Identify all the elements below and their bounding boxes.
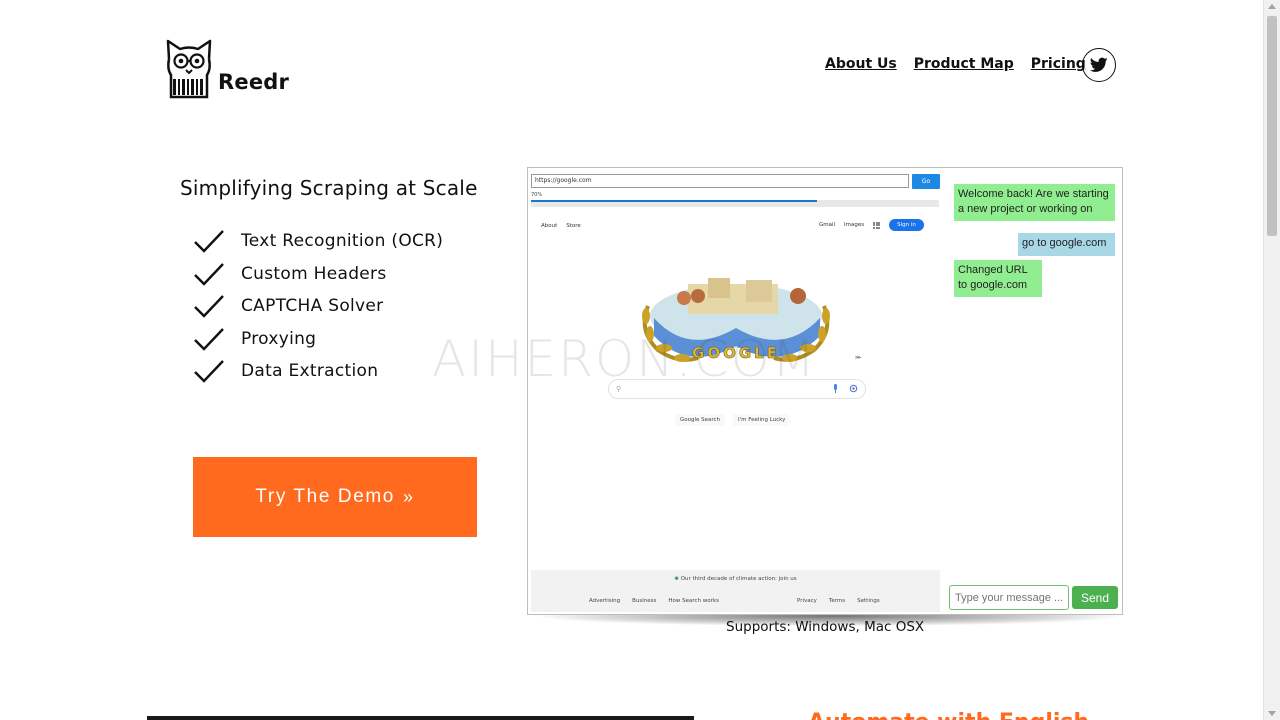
google-buttons: Google Search I'm Feeling Lucky — [675, 414, 791, 426]
feature-label: Data Extraction — [241, 361, 379, 382]
feature-label: Text Recognition (OCR) — [241, 231, 444, 252]
feature-item: Text Recognition (OCR) — [193, 225, 443, 258]
feature-label: CAPTCHA Solver — [241, 296, 384, 317]
progress-bar — [531, 200, 939, 207]
feature-label: Proxying — [241, 328, 317, 349]
feature-item: Proxying — [193, 323, 443, 356]
go-button[interactable]: Go — [912, 174, 940, 189]
search-icon: ⚲ — [616, 385, 622, 393]
nav-pricing[interactable]: Pricing — [1031, 56, 1086, 72]
leaf-icon: ❀ — [674, 576, 679, 582]
scroll-down-arrow-icon[interactable] — [1268, 711, 1276, 716]
footer-link[interactable]: Terms — [829, 598, 845, 604]
feature-item: Custom Headers — [193, 258, 443, 291]
google-images-link[interactable]: Images — [844, 222, 864, 228]
google-store-link[interactable]: Store — [566, 223, 581, 229]
try-demo-label: Try The Demo — [255, 486, 395, 507]
feature-item: Data Extraction — [193, 355, 443, 388]
google-apps-icon[interactable] — [873, 221, 881, 229]
feature-list: Text Recognition (OCR) Custom Headers CA… — [193, 225, 443, 388]
twitter-bird-icon — [1090, 57, 1108, 72]
brand-logo[interactable]: Reedr — [165, 39, 289, 99]
feature-label: Custom Headers — [241, 263, 387, 284]
footer-links-left: Advertising Business How Search works — [589, 598, 719, 604]
chat-message-user: go to google.com — [1018, 233, 1115, 256]
checkmark-icon — [194, 360, 224, 383]
url-input[interactable]: https://google.com — [531, 174, 909, 188]
nav-about-us[interactable]: About Us — [825, 56, 897, 72]
embedded-browser: https://google.com Go 70% About Store Gm… — [530, 170, 940, 613]
progress-fill — [531, 200, 817, 202]
scroll-up-arrow-icon[interactable] — [1268, 4, 1276, 9]
scrollbar-thumb[interactable] — [1267, 16, 1277, 236]
footer-links-right: Privacy Terms Settings — [797, 598, 880, 604]
progress-label: 70% — [531, 192, 543, 198]
google-doodle[interactable]: GOOGLE — [628, 276, 844, 372]
double-chevron-right-icon: » — [402, 486, 415, 507]
chat-message-bot: Welcome back! Are we starting a new proj… — [954, 184, 1115, 221]
google-search-box[interactable]: ⚲ — [608, 379, 866, 399]
send-button[interactable]: Send — [1072, 586, 1118, 609]
cat-logo-icon — [166, 39, 212, 99]
doodle-text: GOOGLE — [692, 344, 780, 362]
google-search-button[interactable]: Google Search — [675, 414, 726, 426]
try-demo-button[interactable]: Try The Demo » — [193, 457, 477, 537]
footer-link[interactable]: How Search works — [668, 598, 719, 604]
checkmark-icon — [194, 230, 224, 253]
google-about-link[interactable]: About — [541, 223, 557, 229]
chat-panel: Welcome back! Are we starting a new proj… — [946, 168, 1122, 614]
google-lens-icon[interactable] — [849, 384, 858, 393]
app-preview: https://google.com Go 70% About Store Gm… — [527, 167, 1123, 615]
checkmark-icon — [194, 262, 224, 286]
google-gmail-link[interactable]: Gmail — [819, 222, 835, 228]
page-scrollbar[interactable] — [1263, 0, 1280, 720]
supported-platforms: Supports: Windows, Mac OSX — [726, 619, 925, 635]
footer-link[interactable]: Advertising — [589, 598, 620, 604]
footer-link[interactable]: Privacy — [797, 598, 817, 604]
checkmark-icon — [194, 295, 224, 318]
twitter-button[interactable] — [1082, 48, 1116, 82]
chat-message-input[interactable] — [949, 585, 1069, 610]
microphone-icon[interactable] — [833, 384, 838, 393]
google-top-left-links: About Store — [541, 223, 581, 229]
top-nav: About Us Product Map Pricing — [825, 56, 1103, 72]
url-bar: https://google.com Go — [531, 173, 940, 191]
next-section-media-edge — [147, 716, 694, 720]
feature-item: CAPTCHA Solver — [193, 290, 443, 323]
chat-message-bot: Changed URL to google.com — [954, 260, 1042, 297]
nav-product-map[interactable]: Product Map — [914, 56, 1014, 72]
climate-text: Our third decade of climate action: join… — [680, 576, 797, 582]
brand-name: Reedr — [218, 70, 290, 94]
next-section-heading: Automate with English — [808, 710, 1089, 720]
checkmark-icon — [194, 327, 224, 351]
google-footer: ❀ Our third decade of climate action: jo… — [531, 570, 940, 612]
hero-title: Simplifying Scraping at Scale — [180, 176, 478, 200]
climate-message[interactable]: ❀ Our third decade of climate action: jo… — [531, 576, 940, 582]
google-sign-in-button[interactable]: Sign in — [889, 219, 924, 231]
footer-link[interactable]: Settings — [857, 598, 880, 604]
footer-link[interactable]: Business — [632, 598, 656, 604]
feeling-lucky-button[interactable]: I'm Feeling Lucky — [733, 414, 791, 426]
google-top-right-links: Gmail Images Sign in — [819, 219, 924, 231]
share-icon[interactable]: ⪼ — [855, 353, 862, 362]
